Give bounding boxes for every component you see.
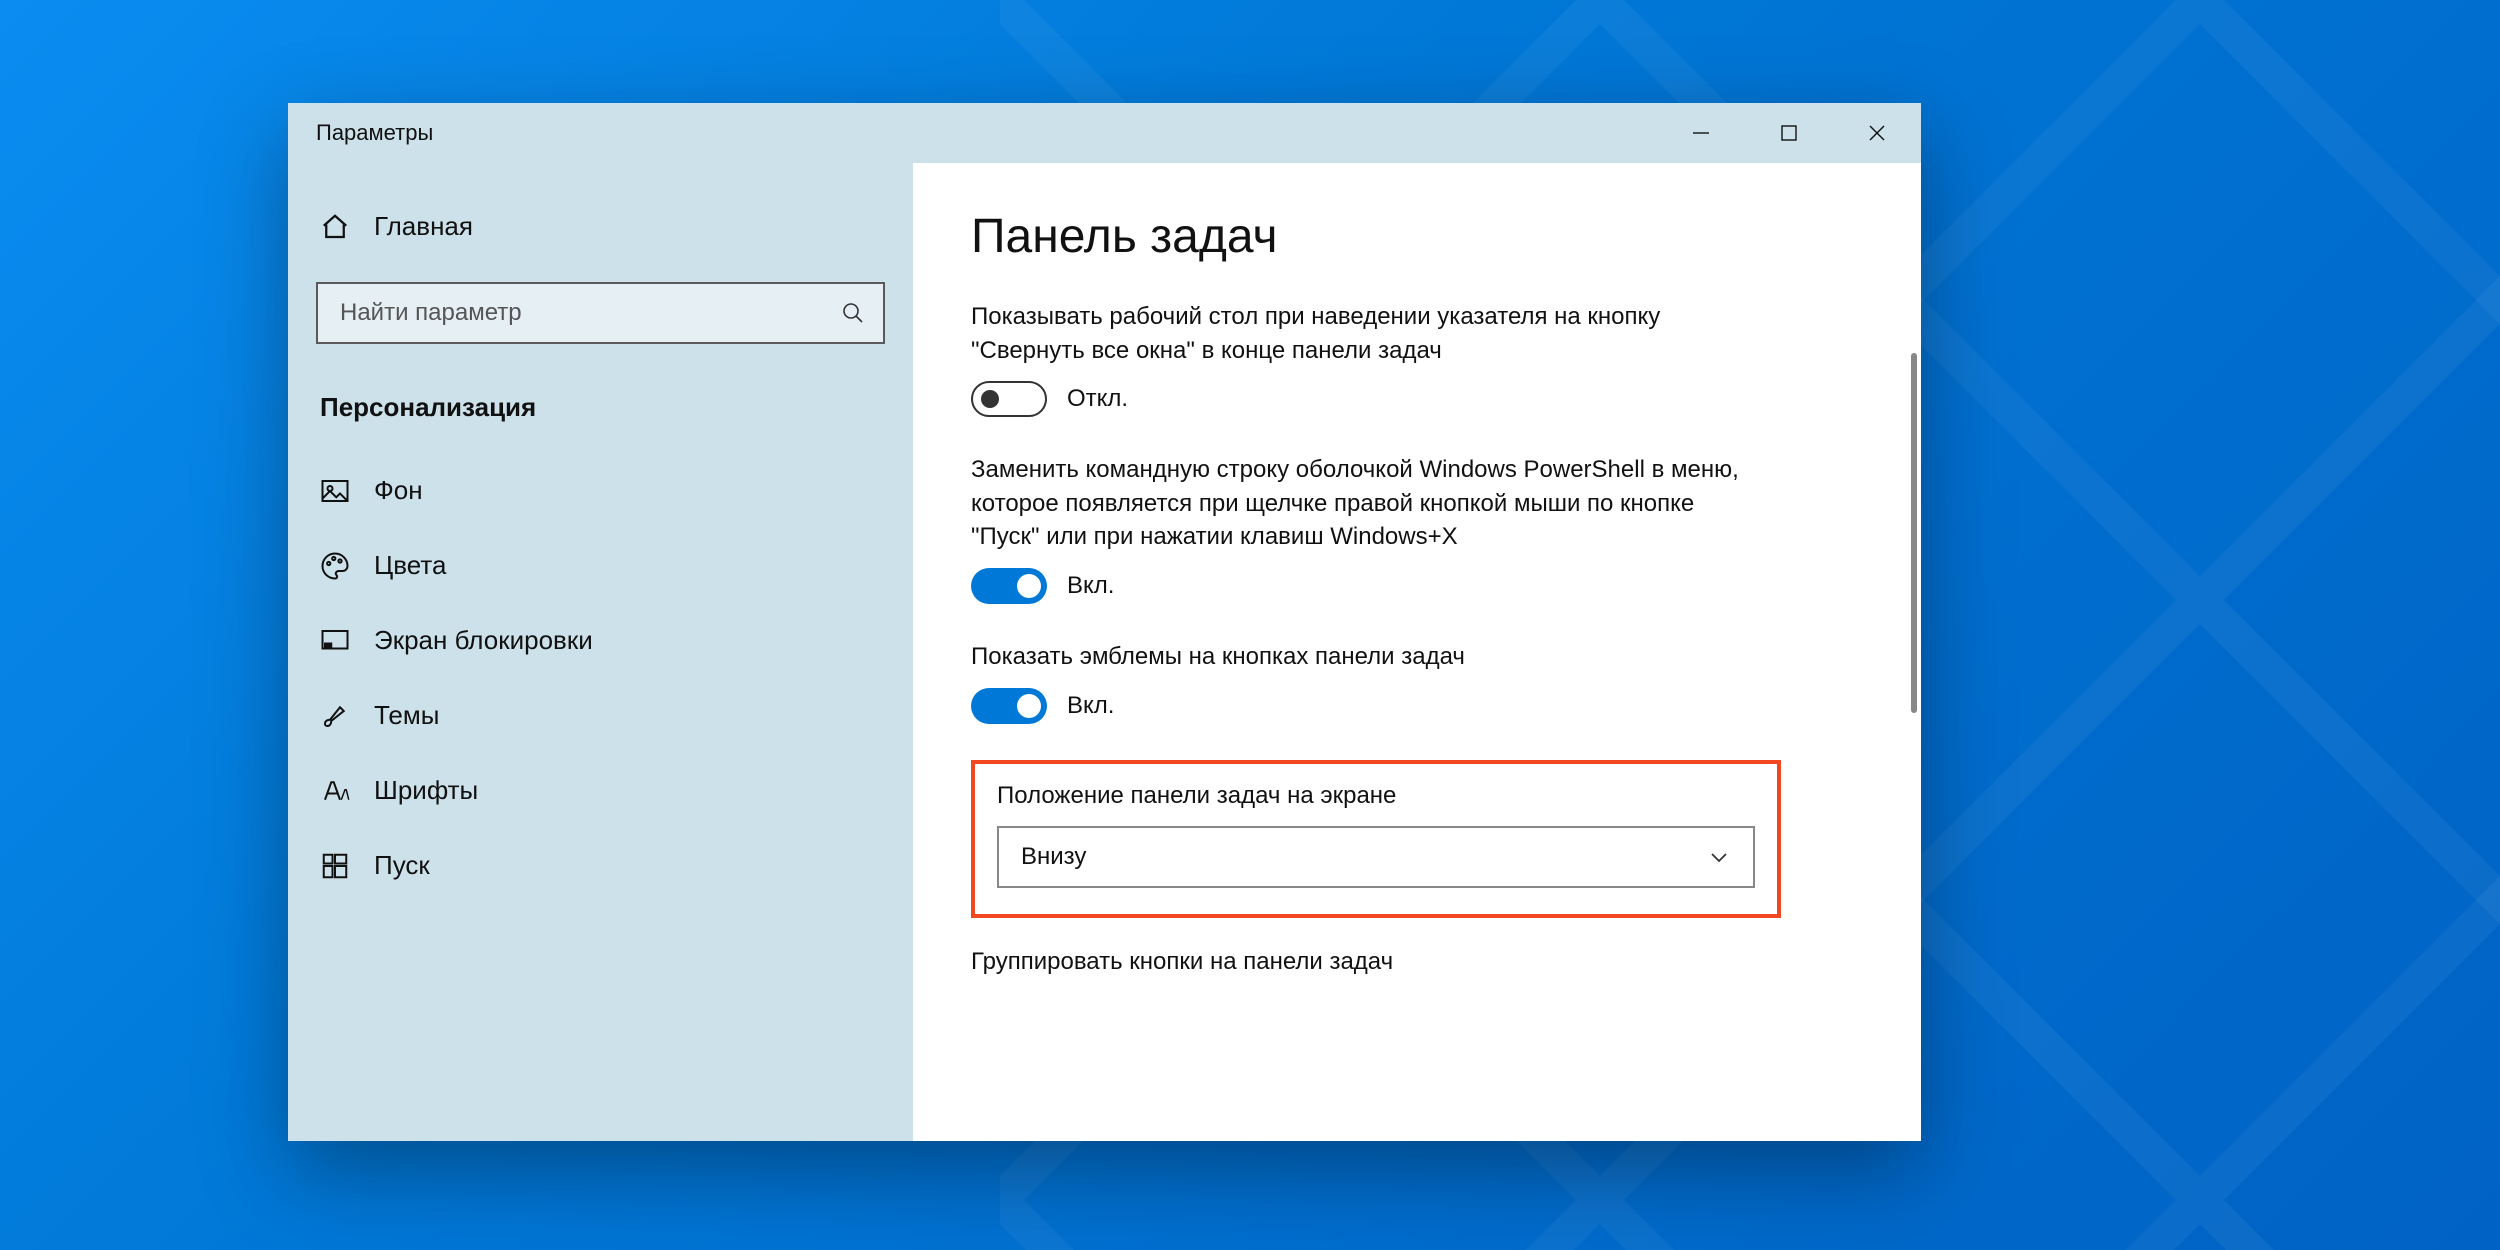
toggle-state-label: Вкл. bbox=[1067, 572, 1114, 600]
maximize-button[interactable] bbox=[1745, 103, 1833, 163]
brush-icon bbox=[320, 701, 350, 731]
window-body: Главная Персонализация Фон Цвета bbox=[288, 163, 1921, 1141]
toggle-row: Откл. bbox=[971, 381, 1751, 417]
toggle-switch[interactable] bbox=[971, 688, 1047, 724]
setting-desc: Заменить командную строку оболочкой Wind… bbox=[971, 453, 1751, 554]
start-grid-icon bbox=[320, 851, 350, 881]
sidebar-item-background[interactable]: Фон bbox=[288, 453, 913, 528]
toggle-switch[interactable] bbox=[971, 381, 1047, 417]
toggle-state-label: Вкл. bbox=[1067, 692, 1114, 720]
sidebar-item-lockscreen[interactable]: Экран блокировки bbox=[288, 603, 913, 678]
chevron-down-icon bbox=[1707, 845, 1731, 869]
sidebar-item-label: Темы bbox=[374, 700, 439, 731]
sidebar-item-label: Экран блокировки bbox=[374, 625, 593, 656]
setting-desc: Показать эмблемы на кнопках панели задач bbox=[971, 640, 1751, 674]
toggle-row: Вкл. bbox=[971, 568, 1751, 604]
close-icon bbox=[1867, 123, 1887, 143]
close-button[interactable] bbox=[1833, 103, 1921, 163]
sidebar-item-start[interactable]: Пуск bbox=[288, 828, 913, 903]
taskbar-position-dropdown[interactable]: Внизу bbox=[997, 826, 1755, 888]
setting-badges: Показать эмблемы на кнопках панели задач… bbox=[971, 640, 1751, 724]
search-input[interactable] bbox=[340, 299, 841, 327]
search-icon bbox=[841, 301, 865, 325]
toggle-switch[interactable] bbox=[971, 568, 1047, 604]
toggle-state-label: Откл. bbox=[1067, 385, 1128, 413]
palette-icon bbox=[320, 551, 350, 581]
desktop-wallpaper: Параметры Главная bbox=[0, 0, 2500, 1250]
minimize-button[interactable] bbox=[1657, 103, 1745, 163]
nav-home[interactable]: Главная bbox=[288, 195, 913, 258]
search-box[interactable] bbox=[316, 282, 885, 344]
page-title: Панель задач bbox=[971, 209, 1881, 264]
settings-window: Параметры Главная bbox=[288, 103, 1921, 1141]
setting-peek-desktop: Показывать рабочий стол при наведении ук… bbox=[971, 300, 1751, 417]
sidebar-item-label: Шрифты bbox=[374, 775, 478, 806]
sidebar-item-themes[interactable]: Темы bbox=[288, 678, 913, 753]
nav-home-label: Главная bbox=[374, 211, 473, 242]
picture-icon bbox=[320, 476, 350, 506]
titlebar: Параметры bbox=[288, 103, 1921, 163]
sidebar-item-colors[interactable]: Цвета bbox=[288, 528, 913, 603]
scrollbar-thumb[interactable] bbox=[1911, 353, 1917, 713]
setting-powershell: Заменить командную строку оболочкой Wind… bbox=[971, 453, 1751, 604]
dropdown-label: Положение панели задач на экране bbox=[997, 782, 1755, 810]
lockscreen-icon bbox=[320, 626, 350, 656]
sidebar-item-label: Фон bbox=[374, 475, 423, 506]
highlighted-setting: Положение панели задач на экране Внизу bbox=[971, 760, 1781, 918]
setting-group-buttons-label: Группировать кнопки на панели задач bbox=[971, 948, 1881, 976]
dropdown-value: Внизу bbox=[1021, 843, 1086, 871]
toggle-row: Вкл. bbox=[971, 688, 1751, 724]
sidebar: Главная Персонализация Фон Цвета bbox=[288, 163, 913, 1141]
fonts-icon bbox=[320, 776, 350, 806]
sidebar-item-label: Цвета bbox=[374, 550, 446, 581]
sidebar-item-fonts[interactable]: Шрифты bbox=[288, 753, 913, 828]
home-icon bbox=[320, 212, 350, 242]
window-title: Параметры bbox=[288, 120, 433, 146]
sidebar-item-label: Пуск bbox=[374, 850, 430, 881]
sidebar-section-heading: Персонализация bbox=[288, 380, 913, 453]
window-controls bbox=[1657, 103, 1921, 163]
minimize-icon bbox=[1691, 123, 1711, 143]
main-content: Панель задач Показывать рабочий стол при… bbox=[913, 163, 1921, 1141]
maximize-icon bbox=[1779, 123, 1799, 143]
setting-desc: Показывать рабочий стол при наведении ук… bbox=[971, 300, 1751, 367]
